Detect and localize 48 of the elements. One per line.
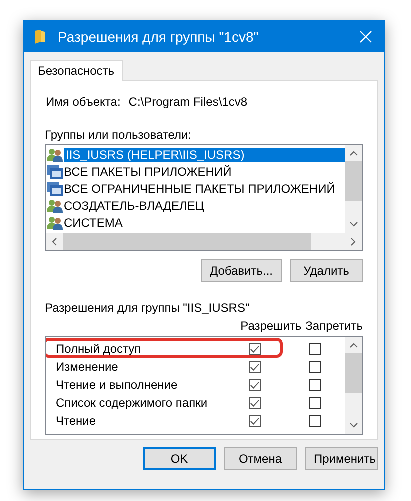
list-item[interactable]: ВСЕ ПАКЕТЫ ПРИЛОЖЕНИЙ xyxy=(47,163,345,180)
app-package-icon xyxy=(47,164,63,178)
scroll-up-icon[interactable] xyxy=(350,151,358,156)
allow-checkbox[interactable] xyxy=(249,397,261,409)
permission-name: Чтение и выполнение xyxy=(55,378,179,392)
allow-checkbox[interactable] xyxy=(249,379,261,391)
users-icon xyxy=(47,148,63,162)
users-icon xyxy=(47,216,63,230)
section-label: Разрешения для группы "IIS_IUSRS" xyxy=(45,301,251,315)
dialog-button[interactable]: OK xyxy=(143,447,216,470)
allow-checkbox[interactable] xyxy=(249,361,261,373)
horizontal-scrollbar[interactable] xyxy=(46,233,362,250)
window-title: Разрешения для группы "1cv8" xyxy=(58,28,260,44)
permission-name: Чтение xyxy=(55,414,98,428)
deny-checkbox[interactable] xyxy=(309,397,321,409)
list-item[interactable]: СИСТЕМА xyxy=(47,214,345,231)
vertical-scrollbar[interactable] xyxy=(345,145,362,233)
deny-checkbox[interactable] xyxy=(309,415,321,427)
permission-name: Список содержимого папки xyxy=(55,396,209,410)
scroll-right-icon[interactable] xyxy=(351,238,356,246)
folder-icon xyxy=(35,30,45,44)
dialog-button[interactable]: Применить xyxy=(305,447,378,470)
dialog-button[interactable]: Добавить... xyxy=(200,259,282,282)
deny-checkbox[interactable] xyxy=(309,379,321,391)
app-package-icon xyxy=(47,182,63,196)
deny-checkbox[interactable] xyxy=(309,343,321,355)
permission-name: Изменение xyxy=(55,360,120,374)
tab[interactable]: Безопасность xyxy=(30,60,123,81)
list-item[interactable]: ВСЕ ОГРАНИЧЕННЫЕ ПАКЕТЫ ПРИЛОЖЕНИЙ xyxy=(47,180,345,197)
users-icon xyxy=(47,198,63,212)
object-path: C:\Program Files\1cv8 xyxy=(128,95,248,109)
list-item[interactable]: СОЗДАТЕЛЬ-ВЛАДЕЛЕЦ xyxy=(47,197,345,214)
scroll-up-icon[interactable] xyxy=(350,343,358,348)
column-header: Запретить xyxy=(306,319,363,333)
vertical-scrollbar[interactable] xyxy=(345,337,362,434)
allow-checkbox[interactable] xyxy=(249,343,261,355)
deny-checkbox[interactable] xyxy=(309,361,321,373)
close-icon[interactable] xyxy=(360,30,372,42)
field-label: Имя объекта: xyxy=(46,95,121,109)
scroll-down-icon[interactable] xyxy=(350,423,358,428)
dialog-button[interactable]: Отмена xyxy=(224,447,297,470)
scroll-down-icon[interactable] xyxy=(350,222,358,227)
allow-checkbox[interactable] xyxy=(249,415,261,427)
dialog-button[interactable]: Удалить xyxy=(290,259,363,282)
permission-name: Полный доступ xyxy=(55,342,142,356)
scroll-left-icon[interactable] xyxy=(52,238,57,246)
column-header: Разрешить xyxy=(240,319,302,333)
section-label: Группы или пользователи: xyxy=(45,128,193,142)
